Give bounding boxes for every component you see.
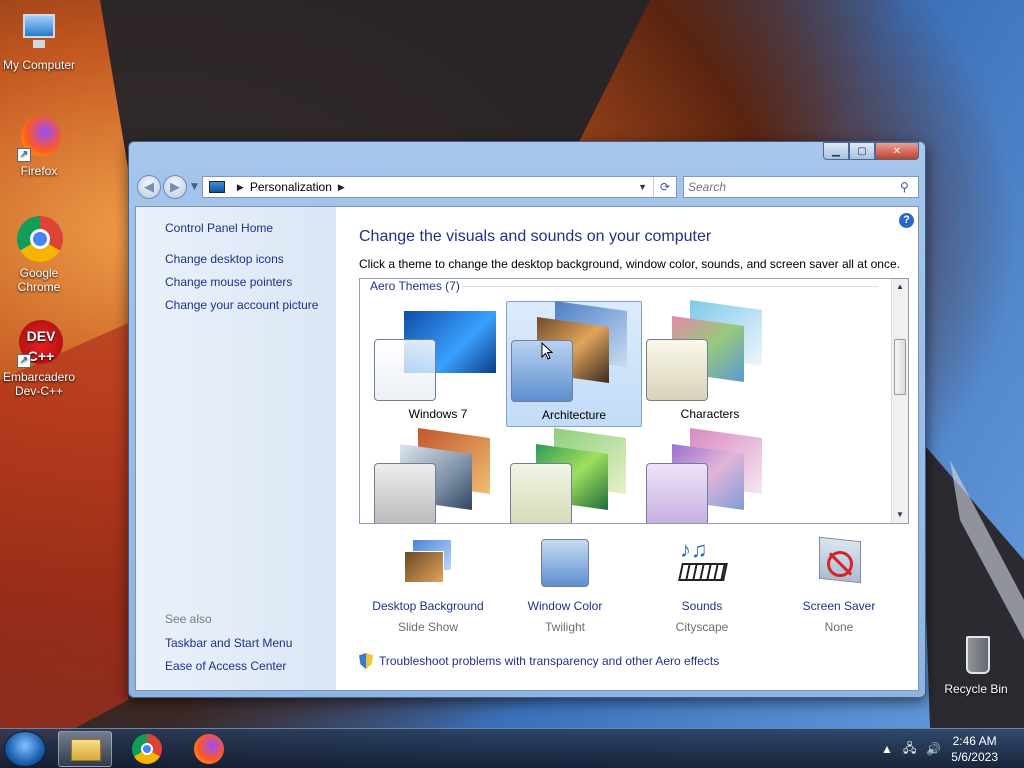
system-tray: ▲ 🖧 🔊 2:46 AM 5/6/2023 [881,729,1024,768]
window-content: Control Panel Home Change desktop icons … [135,206,919,691]
theme-landscapes[interactable] [370,427,506,523]
scroll-thumb[interactable] [894,339,906,395]
link-control-panel-home[interactable]: Control Panel Home [165,221,336,235]
theme-color-swatch [646,463,708,523]
shortcut-arrow-icon: ↗ [17,354,31,368]
breadcrumb-arrow-icon[interactable]: ▶ [237,182,244,193]
theme-color-swatch [374,463,436,523]
theme-list: Aero Themes (7) Windows 7 Architecture C… [359,278,909,524]
address-bar[interactable]: ▶ Personalization ▶ ▼ ⟳ [201,176,677,198]
taskbar: ▲ 🖧 🔊 2:46 AM 5/6/2023 [0,728,1024,768]
taskbar-explorer[interactable] [58,731,112,767]
folder-icon [71,739,101,761]
forward-button[interactable]: ▶ [163,175,187,199]
page-title: Change the visuals and sounds on your co… [359,228,712,245]
search-input[interactable] [688,180,900,194]
desktop-icon-recycle-bin[interactable]: Recycle Bin [938,632,1014,696]
chrome-icon [15,216,63,264]
desktop-icon-firefox[interactable]: ↗ Firefox [1,114,77,178]
theme-scenes[interactable] [642,427,778,523]
option-sounds[interactable]: ♪♫ Sounds Cityscape [633,537,771,634]
screen-saver-icon [809,536,869,593]
sounds-icon: ♪♫ [672,537,732,593]
back-button[interactable]: ◀ [137,175,161,199]
left-nav-pane: Control Panel Home Change desktop icons … [136,207,336,690]
breadcrumb-personalization[interactable]: Personalization [250,180,332,194]
theme-color-swatch [374,339,436,401]
search-icon[interactable]: ⚲ [900,180,918,194]
theme-windows-7[interactable]: Windows 7 [370,301,506,427]
page-description: Click a theme to change the desktop back… [359,257,900,271]
address-dropdown-icon[interactable]: ▼ [632,177,654,197]
clock-time: 2:46 AM [952,734,997,748]
option-screen-saver[interactable]: Screen Saver None [770,536,908,634]
firefox-icon: ↗ [15,114,63,162]
shortcut-arrow-icon: ↗ [17,148,31,162]
taskbar-chrome[interactable] [120,731,174,767]
devcpp-icon: DEV C++ ↗ [15,320,63,368]
recycle-bin-icon [952,632,1000,680]
mouse-cursor-icon [541,342,553,360]
breadcrumb-arrow-icon[interactable]: ▶ [338,182,345,193]
group-title: Aero Themes (7) [370,279,460,293]
taskbar-firefox[interactable] [182,731,236,767]
theme-color-swatch [646,339,708,401]
theme-options: Desktop Background Slide Show Window Col… [359,536,909,634]
show-hidden-icons-icon[interactable]: ▲ [881,742,893,756]
theme-color-swatch [510,463,572,523]
clock-date: 5/6/2023 [951,750,998,764]
close-button[interactable]: ✕ [875,142,919,160]
minimize-button[interactable]: ▁ [823,142,849,160]
desktop-icon-chrome[interactable]: Google Chrome [1,216,77,294]
help-icon[interactable]: ? [899,213,914,228]
shield-icon [359,653,373,669]
navigation-bar: ◀ ▶ ▼ ▶ Personalization ▶ ▼ ⟳ ⚲ [137,174,919,200]
start-button[interactable] [4,731,46,767]
main-pane: ? Change the visuals and sounds on your … [336,207,918,690]
control-panel-icon [208,181,225,193]
link-change-account-picture[interactable]: Change your account picture [165,298,336,312]
volume-icon[interactable]: 🔊 [926,742,941,756]
theme-characters[interactable]: Characters [642,299,778,427]
maximize-button[interactable]: ▢ [849,142,875,160]
option-desktop-background[interactable]: Desktop Background Slide Show [359,537,497,634]
theme-list-scrollbar[interactable]: ▲ ▼ [891,279,908,523]
option-window-color[interactable]: Window Color Twilight [496,537,634,634]
link-change-mouse-pointers[interactable]: Change mouse pointers [165,275,336,289]
refresh-icon[interactable]: ⟳ [654,180,676,194]
personalization-window: ▁ ▢ ✕ ◀ ▶ ▼ ▶ Personalization ▶ ▼ ⟳ ⚲ Co… [128,141,926,698]
computer-icon [15,8,63,56]
link-taskbar-start-menu[interactable]: Taskbar and Start Menu [165,636,292,650]
search-box[interactable]: ⚲ [683,176,919,198]
desktop-background-icon [398,537,458,593]
link-change-desktop-icons[interactable]: Change desktop icons [165,252,336,266]
caption-buttons: ▁ ▢ ✕ [823,142,919,160]
see-also-section: See also Taskbar and Start Menu Ease of … [165,612,292,682]
firefox-icon [194,734,224,764]
see-also-title: See also [165,612,212,626]
troubleshoot-link[interactable]: Troubleshoot problems with transparency … [359,653,719,669]
scroll-down-icon[interactable]: ▼ [892,507,908,523]
theme-architecture[interactable]: Architecture [506,300,642,427]
window-color-icon [535,537,595,593]
link-ease-of-access[interactable]: Ease of Access Center [165,659,292,673]
theme-nature[interactable] [506,427,642,523]
desktop-icon-my-computer[interactable]: My Computer [1,8,77,72]
scroll-up-icon[interactable]: ▲ [892,279,908,295]
clock[interactable]: 2:46 AM 5/6/2023 [951,733,998,765]
recent-pages-dropdown[interactable]: ▼ [191,182,198,192]
desktop-icon-devcpp[interactable]: DEV C++ ↗ Embarcadero Dev-C++ [1,320,77,398]
network-icon[interactable]: 🖧 [903,739,916,760]
